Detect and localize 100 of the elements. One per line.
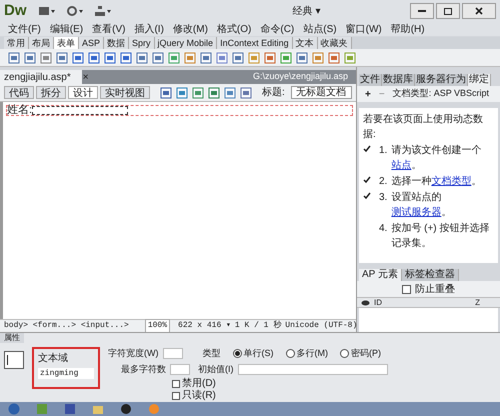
view-button[interactable]: 代码 (4, 86, 34, 99)
form-element-icon[interactable] (24, 52, 36, 64)
form-element-icon[interactable] (72, 52, 84, 64)
insert-tab[interactable]: 文本 (292, 37, 318, 49)
zoom-select[interactable]: 100% (144, 319, 170, 333)
menu-item[interactable]: 帮助(H) (390, 22, 425, 36)
app-icon[interactable] (64, 403, 76, 415)
window-size[interactable]: 622 x 416 ▾ (178, 320, 231, 332)
menu-item[interactable]: 查看(V) (92, 22, 126, 36)
char-width-input[interactable] (162, 348, 182, 360)
form-element-icon[interactable] (56, 52, 68, 64)
menu-item[interactable]: 插入(I) (134, 22, 164, 36)
form-element-icon[interactable] (232, 52, 244, 64)
radio-label: 单行(S) (244, 347, 274, 360)
panel-tab[interactable]: 绑定 (468, 74, 491, 86)
checkbox-label: 禁用(D) (182, 378, 216, 389)
view-button[interactable]: 拆分 (36, 86, 66, 99)
step-link[interactable]: 站点 (391, 160, 412, 171)
toolbar-icon[interactable] (208, 86, 220, 98)
form-element-icon[interactable] (280, 52, 292, 64)
form-element-icon[interactable] (168, 52, 180, 64)
step-number: 1. (379, 144, 388, 158)
form-element-icon[interactable] (8, 52, 20, 64)
workspace-switcher[interactable]: 经典 ▾ (292, 4, 320, 18)
type-label: 类型 (202, 347, 220, 360)
site-icon[interactable] (94, 6, 110, 16)
close-tab-button[interactable]: × (82, 70, 89, 84)
app-icon[interactable] (120, 403, 132, 415)
insert-tab[interactable]: jQuery Mobile (154, 37, 218, 49)
max-chars-input[interactable] (170, 364, 190, 375)
form-element-icon[interactable] (120, 52, 132, 64)
insert-tab[interactable]: InContext Editing (217, 37, 293, 49)
toolbar-icon[interactable] (176, 86, 188, 98)
insert-tab[interactable]: Spry (129, 37, 155, 49)
title-field[interactable]: 无标题文档 (290, 86, 352, 99)
radio-button[interactable] (340, 349, 349, 358)
toolbar-icon[interactable] (160, 86, 172, 98)
menu-item[interactable]: 站点(S) (303, 22, 337, 36)
minimize-icon (418, 10, 426, 12)
minimize-button[interactable] (410, 3, 434, 19)
form-label: 姓名: (7, 103, 32, 118)
properties-tab[interactable]: 属性 (0, 333, 24, 343)
menu-item[interactable]: 窗口(W) (346, 22, 382, 36)
initial-value-input[interactable] (238, 364, 388, 375)
close-button[interactable] (462, 3, 496, 19)
panel-tab[interactable]: AP 元素 (359, 269, 402, 281)
column-header: ID (374, 296, 382, 308)
form-element-icon[interactable] (248, 52, 260, 64)
menu-item[interactable]: 编辑(E) (50, 22, 84, 36)
panel-tab[interactable]: 标签检查器 (402, 269, 459, 281)
form-element-icon[interactable] (216, 52, 228, 64)
insert-tab[interactable]: 收藏夹 (318, 37, 352, 49)
tag-selector[interactable]: body> <form...> <input...> (4, 320, 129, 332)
toolbar-icon[interactable] (224, 86, 236, 98)
form-element-icon[interactable] (344, 52, 356, 64)
toolbar-icon[interactable] (192, 86, 204, 98)
step-link[interactable]: 测试服务器 (391, 207, 442, 218)
text-input[interactable] (32, 106, 128, 115)
field-name-input[interactable]: zingming (38, 368, 94, 379)
form-element-icon[interactable] (264, 52, 276, 64)
panel-tab[interactable]: 数据库 (382, 74, 415, 86)
initial-value-label: 初始值(I) (198, 362, 234, 376)
panel-tab[interactable]: 服务器行为 (415, 74, 468, 86)
checkbox[interactable] (172, 380, 180, 388)
menu-item[interactable]: 修改(M) (172, 22, 208, 36)
maximize-button[interactable] (436, 3, 460, 19)
toolbar-icon[interactable] (240, 86, 252, 98)
download-speed: 1 K / 1 秒 (234, 320, 282, 332)
form-element-icon[interactable] (184, 52, 196, 64)
menu-item[interactable]: 格式(O) (216, 22, 252, 36)
form-element-icon[interactable] (88, 52, 100, 64)
insert-tab[interactable]: 数据 (104, 37, 130, 49)
form-element-icon[interactable] (328, 52, 340, 64)
document-tab-label: zengjiajilu.asp* (4, 70, 71, 84)
radio-button[interactable] (286, 349, 294, 358)
form-element-icon[interactable] (312, 52, 324, 64)
layout-icon[interactable] (38, 6, 54, 16)
step-link[interactable]: 文档类型 (431, 176, 472, 187)
insert-tab[interactable]: 表单 (54, 37, 79, 49)
menu-item[interactable]: 命令(C) (260, 22, 294, 36)
gear-icon[interactable] (66, 6, 82, 16)
start-orb-icon[interactable] (8, 403, 20, 415)
step-text: 请为该文件创建一个 站点。 (391, 144, 482, 173)
form-element-icon[interactable] (200, 52, 212, 64)
view-button[interactable]: 设计 (68, 86, 98, 99)
form-element-icon[interactable] (40, 52, 52, 64)
form-element-icon[interactable] (136, 52, 148, 64)
panel-tab[interactable]: 文件 (359, 74, 382, 86)
add-button[interactable]: + (365, 86, 371, 102)
form-element-icon[interactable] (104, 52, 116, 64)
insert-tab[interactable]: ASP (79, 37, 104, 49)
insert-tab[interactable]: 常用 (4, 37, 29, 49)
view-button[interactable]: 实时视图 (100, 86, 150, 99)
checkbox[interactable] (402, 284, 411, 294)
form-element-icon[interactable] (152, 52, 164, 64)
insert-tab[interactable]: 布局 (29, 37, 54, 49)
menu-item[interactable]: 文件(F) (8, 22, 41, 36)
checkbox[interactable] (172, 392, 180, 400)
form-element-icon[interactable] (296, 52, 308, 64)
radio-button[interactable] (232, 349, 242, 358)
